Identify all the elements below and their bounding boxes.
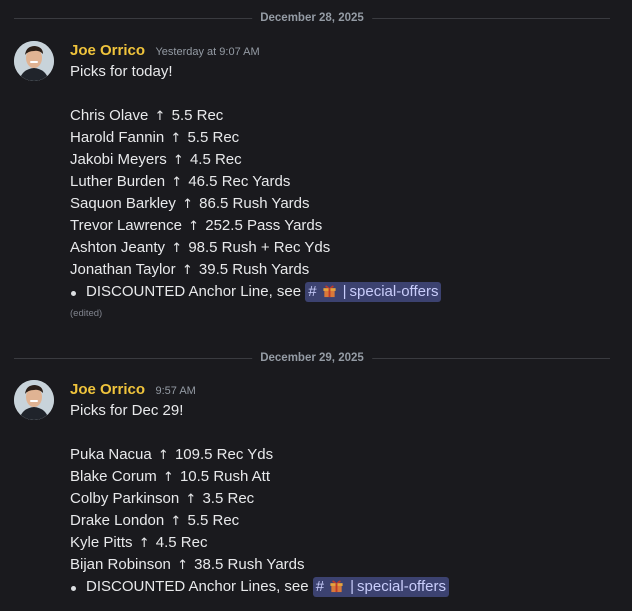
- pick-line: Drake London ↑ 5.5 Rec: [70, 512, 240, 529]
- date-divider-label: December 29, 2025: [252, 350, 372, 366]
- pick-line: Puka Nacua ↑ 109.5 Rec Yds: [70, 446, 274, 463]
- channel-name: special-offers: [357, 578, 446, 595]
- avatar[interactable]: [14, 41, 54, 81]
- up-arrow-icon: ↑: [171, 175, 183, 190]
- pick-line: Jonathan Taylor ↑ 39.5 Rush Yards: [70, 261, 310, 278]
- up-arrow-icon: ↑: [185, 492, 197, 507]
- pick-line: Kyle Pitts ↑ 4.5 Rec: [70, 534, 208, 551]
- date-divider: December 28, 2025: [14, 10, 610, 26]
- up-arrow-icon: ↑: [157, 448, 169, 463]
- up-arrow-icon: ↑: [138, 536, 150, 551]
- pick-line: Bijan Robinson ↑ 38.5 Rush Yards: [70, 556, 305, 573]
- date-divider-label: December 28, 2025: [252, 10, 372, 26]
- message-timestamp[interactable]: 9:57 AM: [155, 385, 195, 397]
- gift-icon: [330, 580, 343, 593]
- up-arrow-icon: ↑: [162, 470, 174, 485]
- avatar[interactable]: [14, 380, 54, 420]
- author-name[interactable]: Joe Orrico: [70, 42, 145, 59]
- edited-marker: (edited): [70, 308, 103, 319]
- pick-line: Colby Parkinson ↑ 3.5 Rec: [70, 490, 255, 507]
- pick-line: Chris Olave ↑ 5.5 Rec: [70, 107, 224, 124]
- channel-mention[interactable]: # | special-offers: [312, 577, 449, 597]
- up-arrow-icon: ↑: [181, 263, 193, 278]
- up-arrow-icon: ↑: [177, 558, 188, 573]
- up-arrow-icon: ↑: [172, 153, 184, 168]
- avatar-image: [14, 41, 54, 81]
- up-arrow-icon: ↑: [154, 109, 166, 124]
- channel-name: special-offers: [349, 283, 439, 300]
- up-arrow-icon: ↑: [182, 197, 193, 212]
- pick-line: Harold Fannin ↑ 5.5 Rec: [70, 129, 240, 146]
- message-text: Picks for today!: [70, 63, 173, 80]
- pick-line: Ashton Jeanty ↑ 98.5 Rush + Rec Yds: [70, 239, 331, 256]
- chat-log: December 28, 2025 Joe Orrico Yesterday a…: [0, 0, 632, 611]
- up-arrow-icon: ↑: [171, 241, 183, 256]
- pick-line: Jakobi Meyers ↑ 4.5 Rec: [70, 151, 242, 168]
- pick-line: Saquon Barkley ↑ 86.5 Rush Yards: [70, 195, 310, 212]
- message-text: Picks for Dec 29!: [70, 402, 184, 419]
- pick-line: Trevor Lawrence ↑ 252.5 Pass Yards: [70, 217, 323, 234]
- list-item: DISCOUNTED Anchor Line, see # | special-of…: [70, 281, 610, 303]
- channel-mention[interactable]: # | special-offers: [305, 282, 442, 302]
- message-timestamp[interactable]: Yesterday at 9:07 AM: [155, 46, 259, 58]
- up-arrow-icon: ↑: [170, 514, 182, 529]
- pick-line: Luther Burden ↑ 46.5 Rec Yards: [70, 173, 291, 190]
- up-arrow-icon: ↑: [170, 131, 182, 146]
- pick-line: Blake Corum ↑ 10.5 Rush Att: [70, 468, 271, 485]
- hash-icon: #: [308, 283, 317, 300]
- author-name[interactable]: Joe Orrico: [70, 381, 145, 398]
- gift-icon: [323, 285, 336, 298]
- hash-icon: #: [315, 578, 325, 595]
- up-arrow-icon: ↑: [188, 219, 200, 234]
- list-item: DISCOUNTED Anchor Lines, see # | special-o…: [70, 576, 610, 598]
- avatar-image: [14, 380, 54, 420]
- date-divider: December 29, 2025: [14, 350, 610, 366]
